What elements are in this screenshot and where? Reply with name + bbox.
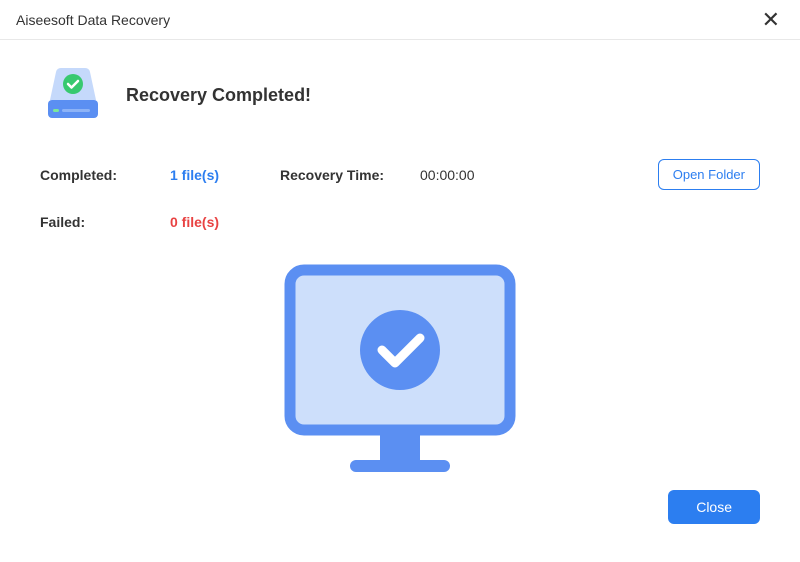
- close-button[interactable]: Close: [668, 490, 760, 524]
- recovery-time-value: 00:00:00: [420, 167, 530, 183]
- failed-value: 0 file(s): [170, 214, 280, 230]
- monitor-check-icon: [270, 260, 530, 480]
- close-icon[interactable]: ✕: [758, 7, 784, 33]
- open-folder-button[interactable]: Open Folder: [658, 159, 760, 190]
- completed-label: Completed:: [40, 167, 170, 183]
- page-title: Recovery Completed!: [126, 85, 311, 106]
- titlebar: Aiseesoft Data Recovery ✕: [0, 0, 800, 40]
- header-row: Recovery Completed!: [40, 60, 760, 131]
- completed-value: 1 file(s): [170, 167, 280, 183]
- failed-label: Failed:: [40, 214, 170, 230]
- recovery-time-label: Recovery Time:: [280, 167, 420, 183]
- content-area: Recovery Completed! Completed: 1 file(s)…: [0, 40, 800, 480]
- drive-check-icon: [40, 60, 106, 131]
- illustration-area: [40, 260, 760, 480]
- window-title: Aiseesoft Data Recovery: [16, 12, 758, 28]
- stats-grid: Completed: 1 file(s) Recovery Time: 00:0…: [40, 159, 760, 230]
- footer-bar: Close: [0, 480, 800, 524]
